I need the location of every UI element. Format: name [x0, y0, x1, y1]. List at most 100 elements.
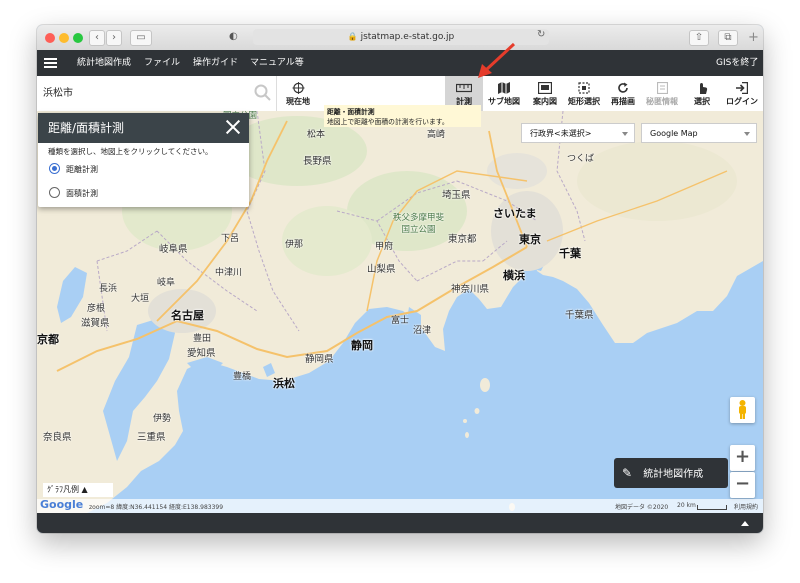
menu-guide[interactable]: 操作ガイド [193, 50, 238, 76]
street-view-pegman[interactable] [730, 397, 755, 423]
map-label-tokyo: 東京 [519, 233, 541, 246]
chevron-down-icon [622, 132, 628, 136]
exit-gis-button[interactable]: GISを終了 [716, 50, 758, 76]
area-radio-label[interactable]: 面積計測 [66, 188, 98, 199]
tabs-overview-icon[interactable]: ⧉ [718, 30, 738, 46]
place-search [37, 76, 277, 111]
guide-map-button[interactable]: 案内図 [527, 76, 563, 111]
login-icon [736, 82, 748, 94]
scale-bar-label: 20 km [677, 502, 696, 509]
browser-window: ‹ › ▭ ◐ 🔒 jstatmap.e-stat.go.jp ↻ ⇧ ⧉ + … [37, 25, 763, 533]
graph-legend-toggle[interactable]: ｸﾞﾗﾌ凡例 ▲ [43, 483, 113, 497]
map-label-toyota: 豊田 [193, 334, 212, 344]
reload-icon[interactable]: ↻ [537, 29, 545, 40]
map-label-ogaki: 大垣 [131, 294, 150, 304]
menu-stat-map[interactable]: 統計地図作成 [77, 50, 131, 76]
expand-up-icon[interactable] [741, 521, 749, 526]
stat-map-create-label: 統計地図作成 [643, 469, 704, 480]
crosshair-icon [292, 82, 304, 94]
url-text: jstatmap.e-stat.go.jp [360, 32, 455, 42]
login-button[interactable]: ログイン [722, 76, 762, 111]
tooltip-title: 距離・面積計測 [327, 108, 375, 116]
zoom-out-button[interactable]: − [730, 472, 755, 498]
close-icon[interactable] [225, 119, 241, 135]
annotation-arrow-icon [478, 42, 516, 78]
base-map-value: Google Map [650, 129, 698, 138]
map-label-hikone: 彦根 [87, 304, 106, 314]
current-location-button[interactable]: 現在地 [282, 76, 314, 111]
stat-map-create-button[interactable]: ✎ 統計地図作成 [614, 458, 728, 488]
map-label-tokyo-to: 東京都 [448, 234, 477, 245]
hamburger-menu-icon[interactable] [44, 58, 57, 68]
measure-panel-header: 距離/面積計測 [38, 113, 249, 143]
confidential-info-label: 秘匿情報 [646, 97, 678, 106]
refresh-icon [618, 82, 628, 93]
confidential-info-button[interactable]: 秘匿情報 [642, 76, 682, 111]
map-label-matsumoto: 松本 [307, 130, 326, 140]
share-icon[interactable]: ⇧ [689, 30, 709, 46]
zoom-in-button[interactable]: + [730, 445, 755, 471]
area-radio[interactable] [49, 187, 60, 198]
map-label-aichi: 愛知県 [187, 348, 216, 359]
rectangle-select-label: 矩形選択 [568, 97, 600, 106]
map-label-nagoya: 名古屋 [171, 309, 204, 322]
distance-radio[interactable] [49, 163, 60, 174]
map-label-gero: 下呂 [221, 234, 240, 244]
map-label-chiba-pref: 千葉県 [565, 310, 594, 321]
menu-file[interactable]: ファイル [144, 50, 180, 76]
map-label-mie: 三重県 [137, 432, 166, 443]
confidential-icon [656, 82, 668, 94]
rectangle-select-button[interactable]: 矩形選択 [564, 76, 604, 111]
measure-panel: 距離/面積計測 種類を選択し、地図上をクリックしてください。 距離計測 面積計測 [38, 113, 249, 207]
map-data-credit: 地図データ ©2020 [615, 504, 669, 511]
back-arrow-icon[interactable]: ‹ [89, 30, 105, 46]
zoom-window-button[interactable] [73, 33, 83, 43]
map-label-saitama: さいたま [493, 207, 537, 220]
google-logo: Google [40, 498, 84, 511]
forward-arrow-icon[interactable]: › [106, 30, 122, 46]
minimize-window-button[interactable] [59, 33, 69, 43]
privacy-shield-icon[interactable]: ◐ [229, 31, 238, 42]
base-map-select[interactable]: Google Map [641, 123, 757, 143]
sidebar-icon[interactable]: ▭ [130, 30, 152, 46]
current-location-label: 現在地 [286, 97, 310, 106]
map-label-nagahama: 長浜 [99, 284, 118, 294]
map-label-toyohashi: 豊橋 [233, 372, 252, 382]
new-tab-button[interactable]: + [744, 30, 763, 50]
map-label-nara: 奈良県 [43, 432, 72, 443]
map-label-park-2: 秩父多摩甲斐 国立公園 [393, 213, 445, 235]
select-tool-label: 選択 [694, 97, 710, 106]
map-label-gifu-pref: 岐阜県 [159, 244, 188, 255]
pointer-icon [699, 83, 707, 94]
redraw-button[interactable]: 再描画 [606, 76, 640, 111]
admin-boundary-select[interactable]: 行政界<未選択> [521, 123, 635, 143]
map-label-numazu: 沼津 [413, 326, 432, 336]
menu-manual[interactable]: マニュアル等 [250, 50, 304, 76]
app-menu-bar: 統計地図作成 ファイル 操作ガイド マニュアル等 GISを終了 [37, 50, 763, 76]
rectangle-select-icon [578, 82, 590, 94]
map-label-saitama-pref: 埼玉県 [442, 190, 471, 201]
map-label-kanagawa: 神奈川県 [451, 284, 490, 295]
map-label-gifu: 岐阜 [157, 278, 176, 288]
browser-toolbar: ‹ › ▭ ◐ 🔒 jstatmap.e-stat.go.jp ↻ ⇧ ⧉ + [37, 25, 763, 51]
map-label-ina: 伊那 [285, 240, 304, 250]
ruler-icon [456, 83, 472, 93]
select-tool-button[interactable]: 選択 [687, 76, 717, 111]
close-window-button[interactable] [45, 33, 55, 43]
map-label-yokohama: 横浜 [503, 269, 525, 282]
map-label-shiga: 滋賀県 [81, 318, 110, 329]
map-footer: Google zoom=8 緯度:N36.441154 経度:E138.9833… [37, 498, 763, 513]
terms-link[interactable]: 利用規約 [734, 502, 758, 511]
admin-boundary-value: 行政界<未選択> [530, 129, 592, 138]
map-label-chiba: 千葉 [559, 247, 581, 260]
distance-radio-label[interactable]: 距離計測 [66, 164, 98, 175]
tooltip-text: 地図上で距離や面積の計測を行います。 [327, 118, 449, 126]
measure-panel-title: 距離/面積計測 [48, 121, 125, 135]
redraw-label: 再描画 [611, 97, 635, 106]
place-search-input[interactable] [41, 85, 245, 98]
search-icon[interactable] [254, 84, 271, 101]
map-label-nakatsugawa: 中津川 [215, 268, 243, 278]
map-label-yamanashi: 山梨県 [367, 264, 396, 275]
guide-map-label: 案内図 [533, 97, 557, 106]
lock-icon: 🔒 [347, 32, 358, 41]
